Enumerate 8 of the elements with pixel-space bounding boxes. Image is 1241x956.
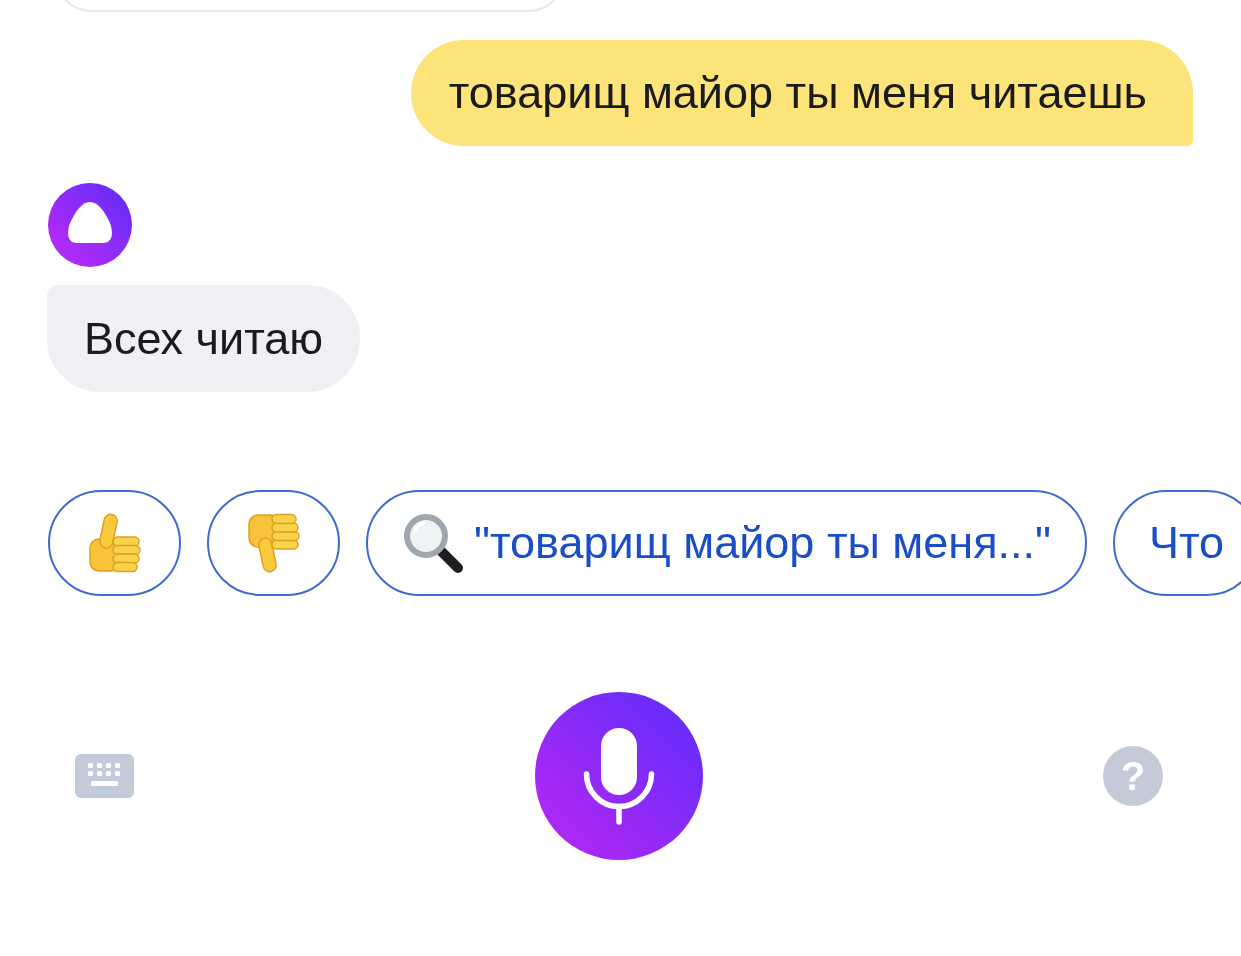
- assistant-message: Всех читаю: [47, 285, 361, 392]
- keyboard-icon: [75, 754, 134, 798]
- suggestion-chip[interactable]: Что: [1113, 490, 1241, 596]
- assistant-logo-icon: [48, 183, 132, 267]
- search-suggestion-chip[interactable]: "товарищ майор ты меня...": [366, 490, 1087, 596]
- user-message: товарищ майор ты меня читаешь: [410, 40, 1193, 146]
- microphone-icon: [582, 726, 655, 826]
- search-icon: [402, 512, 464, 574]
